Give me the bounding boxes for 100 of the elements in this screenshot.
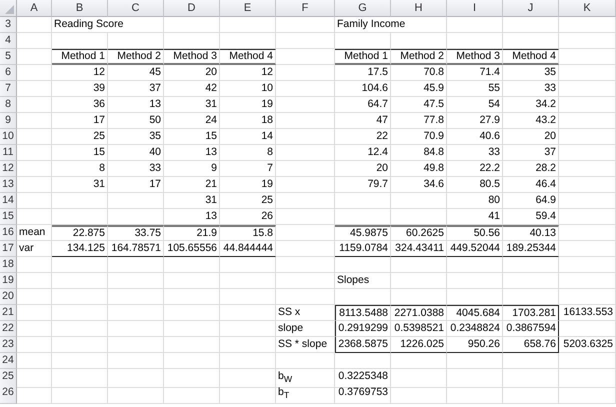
empty-cell: [164, 257, 220, 273]
column-header[interactable]: A: [17, 0, 52, 17]
column-heading: Method 4: [220, 49, 276, 65]
row-header[interactable]: 17: [0, 241, 17, 257]
row-header[interactable]: 18: [0, 257, 17, 273]
column-header[interactable]: F: [276, 0, 335, 17]
empty-cell: [108, 385, 164, 404]
column-header[interactable]: G: [335, 0, 391, 17]
select-all-button[interactable]: [0, 0, 17, 17]
row-header[interactable]: 6: [0, 65, 17, 81]
table-cell: 164.78571: [108, 241, 164, 257]
table-cell: 15.8: [220, 225, 276, 241]
empty-cell: [559, 177, 616, 193]
empty-cell: [52, 353, 108, 369]
table-cell: 12: [52, 65, 108, 81]
table-cell: 16133.553: [559, 305, 616, 321]
row-header[interactable]: 14: [0, 193, 17, 209]
row-header[interactable]: 23: [0, 337, 17, 353]
row-header[interactable]: 13: [0, 177, 17, 193]
empty-cell: [447, 257, 503, 273]
row-label: b$_{W}$: [276, 369, 335, 388]
empty-cell: [108, 33, 164, 49]
empty-cell: [276, 289, 335, 305]
table-cell: 80: [447, 193, 503, 209]
table-cell: 21.9: [164, 225, 220, 241]
table-cell: 37: [503, 145, 559, 161]
empty-cell: [52, 209, 108, 225]
column-header[interactable]: B: [52, 0, 108, 17]
table-cell: 39: [52, 81, 108, 97]
table-cell: 20: [335, 161, 391, 177]
row-header[interactable]: 7: [0, 81, 17, 97]
table-cell: 20: [164, 65, 220, 81]
empty-cell: [52, 257, 108, 273]
row-label: mean: [17, 225, 52, 241]
table-cell: 50.56: [447, 225, 503, 241]
row-header[interactable]: 20: [0, 289, 17, 305]
table-cell: 64.7: [335, 97, 391, 113]
empty-cell: [447, 33, 503, 49]
empty-cell: [559, 129, 616, 145]
row-header[interactable]: 26: [0, 385, 17, 404]
empty-cell: [220, 305, 276, 321]
table-cell: 1703.281: [503, 305, 559, 321]
empty-cell: [335, 257, 391, 273]
row-header[interactable]: 5: [0, 49, 17, 65]
empty-cell: [503, 273, 559, 289]
column-header[interactable]: H: [391, 0, 447, 17]
row-header[interactable]: 9: [0, 113, 17, 129]
row-header[interactable]: 4: [0, 33, 17, 49]
row-label: var: [17, 241, 52, 257]
table-cell: 31: [164, 97, 220, 113]
empty-cell: [503, 289, 559, 305]
empty-cell: [276, 33, 335, 49]
empty-cell: [164, 305, 220, 321]
table-cell: 18: [220, 113, 276, 129]
empty-cell: [220, 337, 276, 353]
empty-cell: [391, 193, 447, 209]
empty-cell: [447, 369, 503, 388]
empty-cell: [559, 145, 616, 161]
table-cell: 70.8: [391, 65, 447, 81]
empty-cell: [559, 97, 616, 113]
row-header[interactable]: 22: [0, 321, 17, 337]
empty-cell: [276, 145, 335, 161]
table-cell: 0.3867594: [503, 321, 559, 337]
column-header[interactable]: K: [559, 0, 616, 17]
row-header[interactable]: 16: [0, 225, 17, 241]
table-cell: 33.75: [108, 225, 164, 241]
row-header[interactable]: 19: [0, 273, 17, 289]
row-header[interactable]: 8: [0, 97, 17, 113]
column-header[interactable]: D: [164, 0, 220, 17]
table-cell: 41: [447, 209, 503, 225]
table-cell: 40.13: [503, 225, 559, 241]
row-header[interactable]: 3: [0, 17, 17, 33]
row-header[interactable]: 15: [0, 209, 17, 225]
column-header[interactable]: I: [447, 0, 503, 17]
empty-cell: [559, 17, 616, 33]
table-cell: 43.2: [503, 113, 559, 129]
row-header[interactable]: 11: [0, 145, 17, 161]
table-cell: 26: [220, 209, 276, 225]
row-header[interactable]: 24: [0, 353, 17, 369]
row-header[interactable]: 10: [0, 129, 17, 145]
column-heading: Method 4: [503, 49, 559, 65]
table-cell: 45: [108, 65, 164, 81]
table-cell: 13: [164, 145, 220, 161]
empty-cell: [108, 353, 164, 369]
empty-cell: [108, 209, 164, 225]
empty-cell: [503, 369, 559, 388]
empty-cell: [559, 385, 616, 404]
table-cell: 55: [447, 81, 503, 97]
empty-cell: [503, 17, 559, 33]
table-cell: 27.9: [447, 113, 503, 129]
empty-cell: [559, 321, 616, 337]
table-cell: 37: [108, 81, 164, 97]
column-header[interactable]: C: [108, 0, 164, 17]
row-header[interactable]: 12: [0, 161, 17, 177]
column-header[interactable]: J: [503, 0, 559, 17]
table-cell: 24: [164, 113, 220, 129]
column-header[interactable]: E: [220, 0, 276, 17]
empty-cell: [503, 33, 559, 49]
row-header[interactable]: 21: [0, 305, 17, 321]
empty-cell: [335, 209, 391, 225]
